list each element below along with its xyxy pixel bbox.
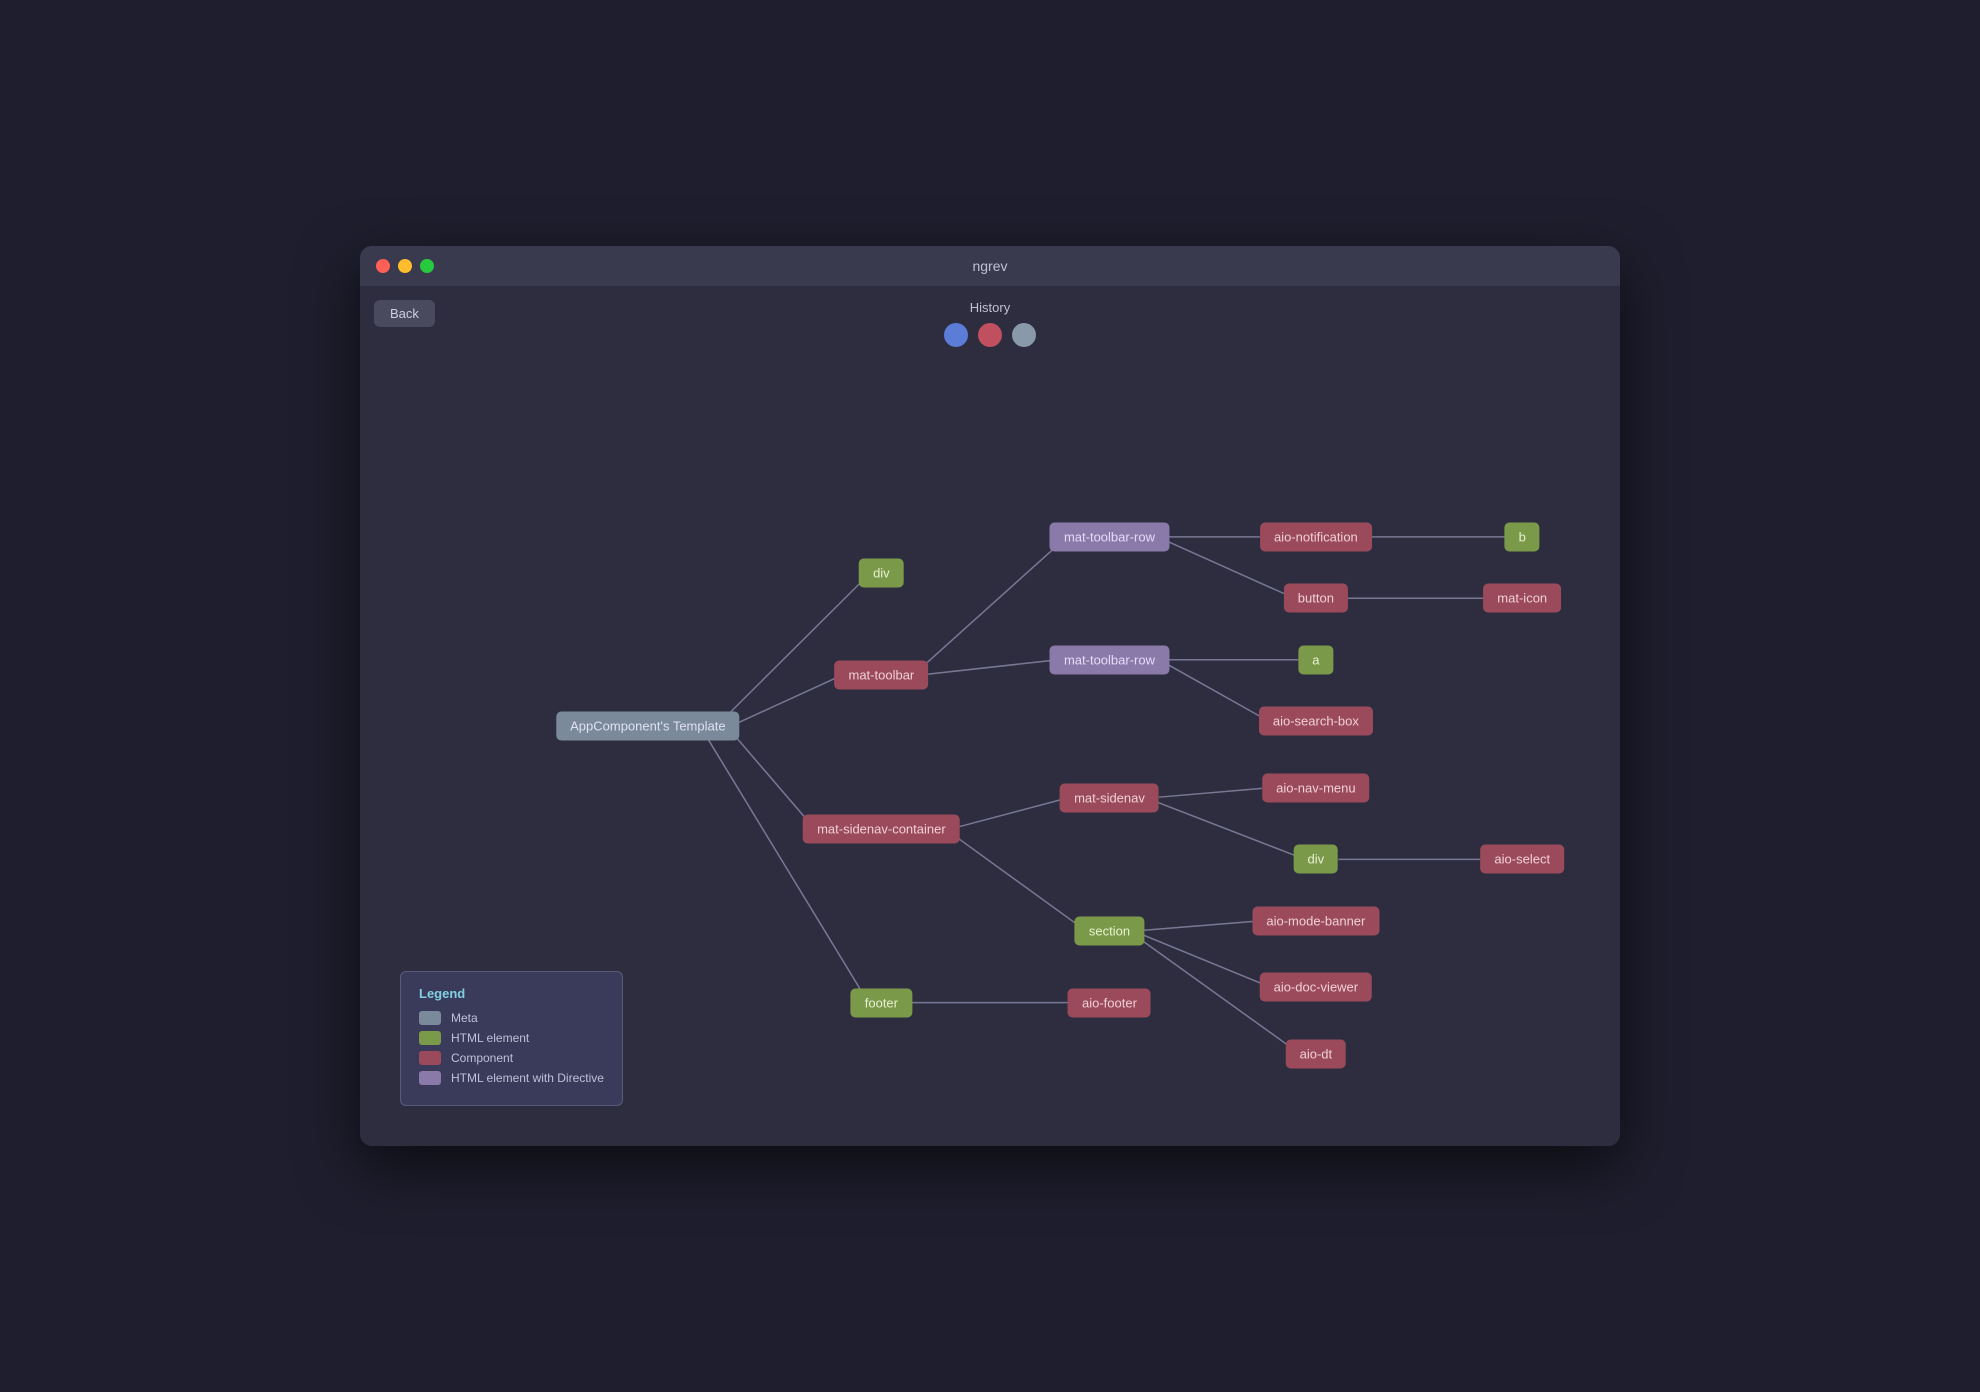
app-window: ngrev Back History AppComponent's Templa… — [360, 246, 1620, 1146]
titlebar: ngrev — [360, 246, 1620, 286]
history-dot-3[interactable] — [1012, 323, 1036, 347]
legend-label-meta: Meta — [451, 1011, 478, 1025]
legend-label-component: Component — [451, 1051, 513, 1065]
legend-swatch-html — [419, 1031, 441, 1045]
node-aio-notification[interactable]: aio-notification — [1260, 522, 1372, 551]
history-dot-2[interactable] — [978, 323, 1002, 347]
traffic-lights — [376, 259, 434, 273]
legend: Legend Meta HTML element Component HTML … — [400, 971, 623, 1106]
history-dots — [944, 323, 1036, 347]
node-section[interactable]: section — [1075, 917, 1144, 946]
legend-label-html: HTML element — [451, 1031, 529, 1045]
node-aio-doc-viewer[interactable]: aio-doc-viewer — [1260, 973, 1373, 1002]
node-div-top[interactable]: div — [859, 558, 904, 587]
legend-directive: HTML element with Directive — [419, 1071, 604, 1085]
legend-swatch-directive — [419, 1071, 441, 1085]
back-button[interactable]: Back — [374, 300, 435, 327]
legend-label-directive: HTML element with Directive — [451, 1071, 604, 1085]
node-aio-dt[interactable]: aio-dt — [1286, 1039, 1347, 1068]
legend-swatch-meta — [419, 1011, 441, 1025]
node-app-template[interactable]: AppComponent's Template — [556, 712, 739, 741]
node-aio-search-box[interactable]: aio-search-box — [1259, 707, 1373, 736]
minimize-button[interactable] — [398, 259, 412, 273]
node-aio-footer[interactable]: aio-footer — [1068, 988, 1151, 1017]
node-b[interactable]: b — [1505, 522, 1540, 551]
node-footer[interactable]: footer — [851, 988, 912, 1017]
node-aio-select[interactable]: aio-select — [1480, 845, 1564, 874]
node-button[interactable]: button — [1284, 584, 1348, 613]
node-aio-mode-banner[interactable]: aio-mode-banner — [1252, 906, 1379, 935]
history-panel: History — [944, 300, 1036, 347]
maximize-button[interactable] — [420, 259, 434, 273]
main-content: Back History AppComponent's Template mat-… — [360, 286, 1620, 1146]
legend-title: Legend — [419, 986, 604, 1001]
legend-component: Component — [419, 1051, 604, 1065]
window-title: ngrev — [972, 258, 1007, 274]
node-mat-icon[interactable]: mat-icon — [1483, 584, 1561, 613]
node-aio-nav-menu[interactable]: aio-nav-menu — [1262, 773, 1370, 802]
node-div-sidenav[interactable]: div — [1294, 845, 1339, 874]
node-a[interactable]: a — [1298, 645, 1333, 674]
node-mat-toolbar-row-1[interactable]: mat-toolbar-row — [1050, 522, 1169, 551]
legend-meta: Meta — [419, 1011, 604, 1025]
history-dot-1[interactable] — [944, 323, 968, 347]
history-title: History — [970, 300, 1010, 315]
node-mat-toolbar-row-2[interactable]: mat-toolbar-row — [1050, 645, 1169, 674]
legend-html: HTML element — [419, 1031, 604, 1045]
node-mat-sidenav-container[interactable]: mat-sidenav-container — [803, 814, 960, 843]
node-mat-toolbar[interactable]: mat-toolbar — [835, 661, 929, 690]
legend-swatch-component — [419, 1051, 441, 1065]
close-button[interactable] — [376, 259, 390, 273]
node-mat-sidenav[interactable]: mat-sidenav — [1060, 783, 1159, 812]
